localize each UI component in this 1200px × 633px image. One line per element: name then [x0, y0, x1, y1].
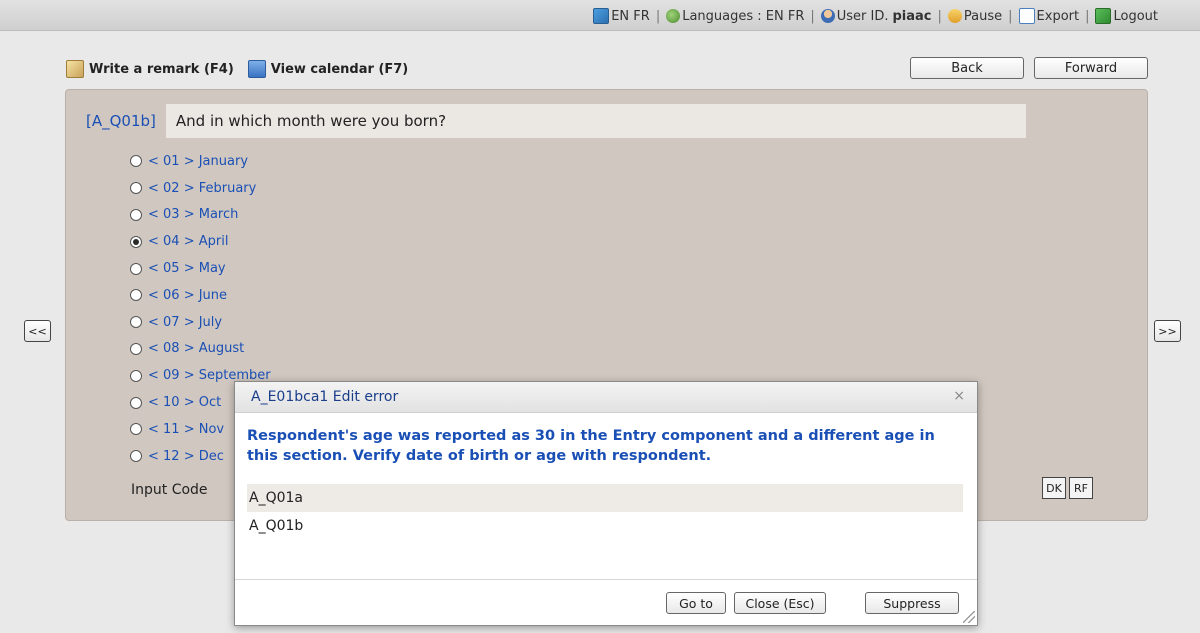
- logout-icon: [1095, 8, 1112, 24]
- radio-button[interactable]: [130, 342, 142, 355]
- dialog-message: Respondent's age was reported as 30 in t…: [247, 428, 935, 464]
- dialog-title-bar: A_E01bca1 Edit error ×: [235, 382, 977, 413]
- export-icon: [1018, 8, 1035, 24]
- answer-option-label: < 08 > August: [148, 341, 245, 357]
- answer-option-label: < 05 > May: [148, 261, 226, 277]
- write-remark-label: Write a remark (F4): [89, 61, 234, 77]
- edit-error-dialog: A_E01bca1 Edit error × Respondent's age …: [234, 381, 978, 626]
- back-button[interactable]: Back: [910, 57, 1024, 79]
- radio-button[interactable]: [130, 182, 142, 195]
- go-to-button[interactable]: Go to: [666, 592, 726, 614]
- radio-button[interactable]: [130, 423, 142, 436]
- question-code: [A_Q01b]: [86, 112, 156, 130]
- dialog-footer: Go to Close (Esc) Suppress: [235, 579, 977, 626]
- radio-button[interactable]: [130, 396, 142, 409]
- answer-option[interactable]: < 01 > January: [130, 148, 271, 175]
- answer-option-label: < 12 > Dec: [148, 448, 224, 464]
- dk-button[interactable]: DK: [1042, 477, 1066, 499]
- separator: |: [1008, 8, 1013, 24]
- list-item[interactable]: A_Q01b: [247, 512, 963, 540]
- answer-option-label: < 04 > April: [148, 234, 229, 250]
- dialog-title: A_E01bca1 Edit error: [251, 389, 399, 405]
- answer-option[interactable]: < 03 > March: [130, 202, 271, 229]
- user-label: User ID.: [836, 8, 889, 24]
- radio-button[interactable]: [130, 289, 142, 302]
- export-button[interactable]: Export: [1018, 8, 1080, 24]
- radio-button[interactable]: [130, 155, 142, 168]
- pause-label: Pause: [963, 8, 1003, 24]
- radio-button[interactable]: [130, 208, 142, 221]
- answer-option[interactable]: < 05 > May: [130, 255, 271, 282]
- logout-button[interactable]: Logout: [1095, 8, 1158, 24]
- user-id: piaac: [892, 8, 932, 24]
- separator: |: [1085, 8, 1090, 24]
- separator: |: [655, 8, 661, 24]
- separator: |: [810, 8, 815, 24]
- input-code-label: Input Code: [131, 482, 208, 498]
- write-remark-button[interactable]: Write a remark (F4): [66, 60, 234, 78]
- pause-icon: [947, 9, 962, 23]
- languages-label: Languages : EN FR: [682, 8, 805, 24]
- export-label: Export: [1036, 8, 1080, 24]
- resize-grip-icon[interactable]: [963, 611, 975, 623]
- next-question-button[interactable]: >>: [1154, 320, 1181, 342]
- view-calendar-button[interactable]: View calendar (F7): [247, 60, 409, 78]
- answer-option-label: < 03 > March: [148, 207, 239, 223]
- action-row: Write a remark (F4) View calendar (F7): [66, 60, 408, 78]
- language-icon: [593, 8, 610, 24]
- list-item[interactable]: A_Q01a: [247, 484, 963, 512]
- separator: |: [937, 8, 942, 24]
- radio-button[interactable]: [130, 316, 142, 329]
- answer-option[interactable]: < 08 > August: [130, 336, 271, 363]
- answer-option-label: < 06 > June: [148, 287, 228, 303]
- answer-option-label: < 11 > Nov: [148, 421, 225, 437]
- top-bar: EN FR | Languages : EN FR | User ID. pia…: [0, 0, 1200, 31]
- rf-button[interactable]: RF: [1069, 477, 1093, 499]
- suppress-button[interactable]: Suppress: [865, 592, 959, 614]
- answer-option-label: < 02 > February: [148, 180, 257, 196]
- answer-option-label: < 10 > Oct: [148, 395, 222, 411]
- answer-option[interactable]: < 07 > July: [130, 309, 271, 336]
- language-toggle-label: EN FR: [611, 8, 650, 24]
- answer-option[interactable]: < 02 > February: [130, 175, 271, 202]
- radio-button[interactable]: [130, 450, 142, 463]
- language-toggle[interactable]: EN FR: [593, 8, 650, 24]
- pause-button[interactable]: Pause: [947, 8, 1003, 24]
- question-text: And in which month were you born?: [165, 104, 1026, 138]
- forward-button[interactable]: Forward: [1034, 57, 1148, 79]
- radio-button[interactable]: [130, 235, 142, 248]
- top-menu: EN FR | Languages : EN FR | User ID. pia…: [593, 8, 1158, 24]
- question-header: [A_Q01b] And in which month were you bor…: [86, 104, 1026, 138]
- radio-button[interactable]: [130, 369, 142, 382]
- remark-icon: [66, 60, 84, 78]
- user-info: User ID. piaac: [820, 8, 932, 24]
- radio-button[interactable]: [130, 262, 142, 275]
- answer-option[interactable]: < 04 > April: [130, 228, 271, 255]
- answer-option-label: < 07 > July: [148, 314, 223, 330]
- answer-option[interactable]: < 06 > June: [130, 282, 271, 309]
- logout-label: Logout: [1113, 8, 1158, 24]
- languages-menu[interactable]: Languages : EN FR: [666, 9, 804, 24]
- previous-question-button[interactable]: <<: [24, 320, 51, 342]
- view-calendar-label: View calendar (F7): [270, 61, 409, 77]
- close-button[interactable]: Close (Esc): [734, 592, 826, 614]
- dialog-item-list: A_Q01a A_Q01b: [247, 484, 963, 540]
- answer-option-label: < 01 > January: [148, 153, 249, 169]
- languages-icon: [666, 9, 681, 23]
- close-icon[interactable]: ×: [953, 388, 965, 404]
- calendar-icon: [247, 60, 266, 78]
- user-icon: [820, 9, 835, 23]
